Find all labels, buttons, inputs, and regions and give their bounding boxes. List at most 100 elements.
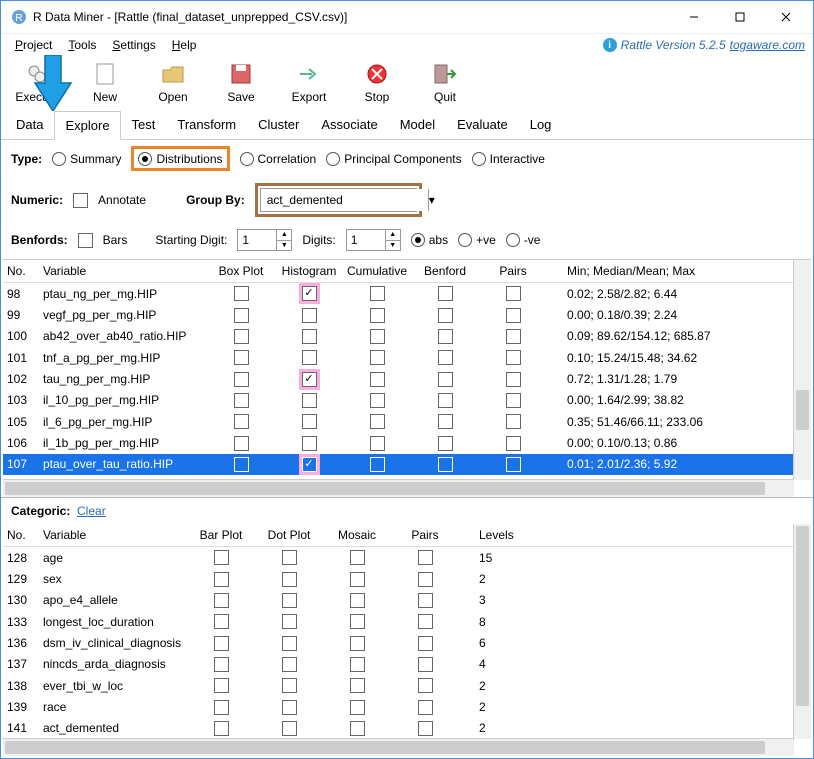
table-row[interactable]: 129sex2 [3,568,794,589]
new-button[interactable]: New [77,60,133,104]
pairs-checkbox[interactable] [418,657,433,672]
box-checkbox[interactable] [234,350,249,365]
col-barplot[interactable]: Bar Plot [187,524,255,547]
pairs-checkbox[interactable] [418,572,433,587]
col-cumulative[interactable]: Cumulative [343,260,411,283]
ben-checkbox[interactable] [438,436,453,451]
save-button[interactable]: Save [213,60,269,104]
categoric-hscrollbar[interactable] [3,738,794,756]
dot-checkbox[interactable] [282,700,297,715]
mosaic-checkbox[interactable] [350,593,365,608]
ben-checkbox[interactable] [438,286,453,301]
pairs-checkbox[interactable] [418,721,433,736]
tab-test[interactable]: Test [121,110,167,139]
box-checkbox[interactable] [234,436,249,451]
table-row[interactable]: 139race2 [3,696,794,717]
hist-checkbox[interactable] [302,308,317,323]
table-row[interactable]: 99vegf_pg_per_mg.HIP0.00; 0.18/0.39; 2.2… [3,304,811,325]
dot-checkbox[interactable] [282,657,297,672]
bars-checkbox[interactable] [78,233,93,248]
digits-spinner[interactable]: ▲▼ [346,229,401,251]
box-checkbox[interactable] [234,393,249,408]
pairs-checkbox[interactable] [506,393,521,408]
col-pairs[interactable]: Pairs [391,524,459,547]
ben-checkbox[interactable] [438,350,453,365]
pairs-checkbox[interactable] [506,436,521,451]
pairs-checkbox[interactable] [418,678,433,693]
col-boxplot[interactable]: Box Plot [207,260,275,283]
ben-checkbox[interactable] [438,414,453,429]
box-checkbox[interactable] [234,286,249,301]
box-checkbox[interactable] [234,457,249,472]
hist-checkbox[interactable] [302,329,317,344]
clear-link[interactable]: Clear [77,504,106,518]
stop-button[interactable]: Stop [349,60,405,104]
tab-log[interactable]: Log [519,110,563,139]
col-pairs[interactable]: Pairs [479,260,547,283]
chevron-down-icon[interactable]: ▾ [428,189,435,211]
numeric-hscrollbar[interactable] [3,479,794,497]
dot-checkbox[interactable] [282,636,297,651]
spin-down-icon[interactable]: ▼ [277,241,291,251]
col-no[interactable]: No. [3,524,39,547]
pairs-checkbox[interactable] [418,550,433,565]
ben-checkbox[interactable] [438,372,453,387]
col-variable[interactable]: Variable [39,260,207,283]
dot-checkbox[interactable] [282,614,297,629]
bar-checkbox[interactable] [214,678,229,693]
maximize-button[interactable] [717,2,763,32]
bar-checkbox[interactable] [214,657,229,672]
radio-mve[interactable]: -ve [506,233,541,247]
open-button[interactable]: Open [145,60,201,104]
spin-up-icon[interactable]: ▲ [386,230,400,241]
ben-checkbox[interactable] [438,457,453,472]
hist-checkbox[interactable] [302,414,317,429]
box-checkbox[interactable] [234,414,249,429]
pairs-checkbox[interactable] [418,593,433,608]
menu-help[interactable]: Help [166,36,203,54]
dot-checkbox[interactable] [282,572,297,587]
groupby-input[interactable] [261,189,428,211]
pairs-checkbox[interactable] [506,286,521,301]
ben-checkbox[interactable] [438,329,453,344]
cum-checkbox[interactable] [370,436,385,451]
hist-checkbox[interactable] [302,457,317,472]
col-levels[interactable]: Levels [459,524,794,547]
table-row[interactable]: 106il_1b_pg_per_mg.HIP0.00; 0.10/0.13; 0… [3,432,811,453]
dot-checkbox[interactable] [282,550,297,565]
radio-distributions[interactable]: Distributions [138,152,222,166]
table-row[interactable]: 128age15 [3,547,794,569]
col-variable[interactable]: Variable [39,524,187,547]
numeric-scroll[interactable]: No. Variable Box Plot Histogram Cumulati… [3,260,811,497]
close-button[interactable] [763,2,809,32]
annotate-checkbox[interactable] [73,193,88,208]
pairs-checkbox[interactable] [506,350,521,365]
menu-project[interactable]: Project [9,36,58,54]
cum-checkbox[interactable] [370,286,385,301]
table-row[interactable]: 133longest_loc_duration8 [3,611,794,632]
cum-checkbox[interactable] [370,372,385,387]
mosaic-checkbox[interactable] [350,572,365,587]
radio-pve[interactable]: +ve [458,233,496,247]
radio-correlation[interactable]: Correlation [240,152,317,166]
table-row[interactable]: 138ever_tbi_w_loc2 [3,675,794,696]
mosaic-checkbox[interactable] [350,678,365,693]
col-no[interactable]: No. [3,260,39,283]
quit-button[interactable]: Quit [417,60,473,104]
table-row[interactable]: 101tnf_a_pg_per_mg.HIP0.10; 15.24/15.48;… [3,347,811,368]
table-row[interactable]: 98ptau_ng_per_mg.HIP0.02; 2.58/2.82; 6.4… [3,283,811,305]
mosaic-checkbox[interactable] [350,550,365,565]
version-link[interactable]: togaware.com [730,38,805,52]
bar-checkbox[interactable] [214,614,229,629]
tab-model[interactable]: Model [389,110,446,139]
tab-associate[interactable]: Associate [310,110,388,139]
cum-checkbox[interactable] [370,308,385,323]
pairs-checkbox[interactable] [418,614,433,629]
hist-checkbox[interactable] [302,286,317,301]
tab-evaluate[interactable]: Evaluate [446,110,519,139]
col-histogram[interactable]: Histogram [275,260,343,283]
mosaic-checkbox[interactable] [350,721,365,736]
cum-checkbox[interactable] [370,393,385,408]
radio-summary[interactable]: Summary [52,152,121,166]
bar-checkbox[interactable] [214,636,229,651]
